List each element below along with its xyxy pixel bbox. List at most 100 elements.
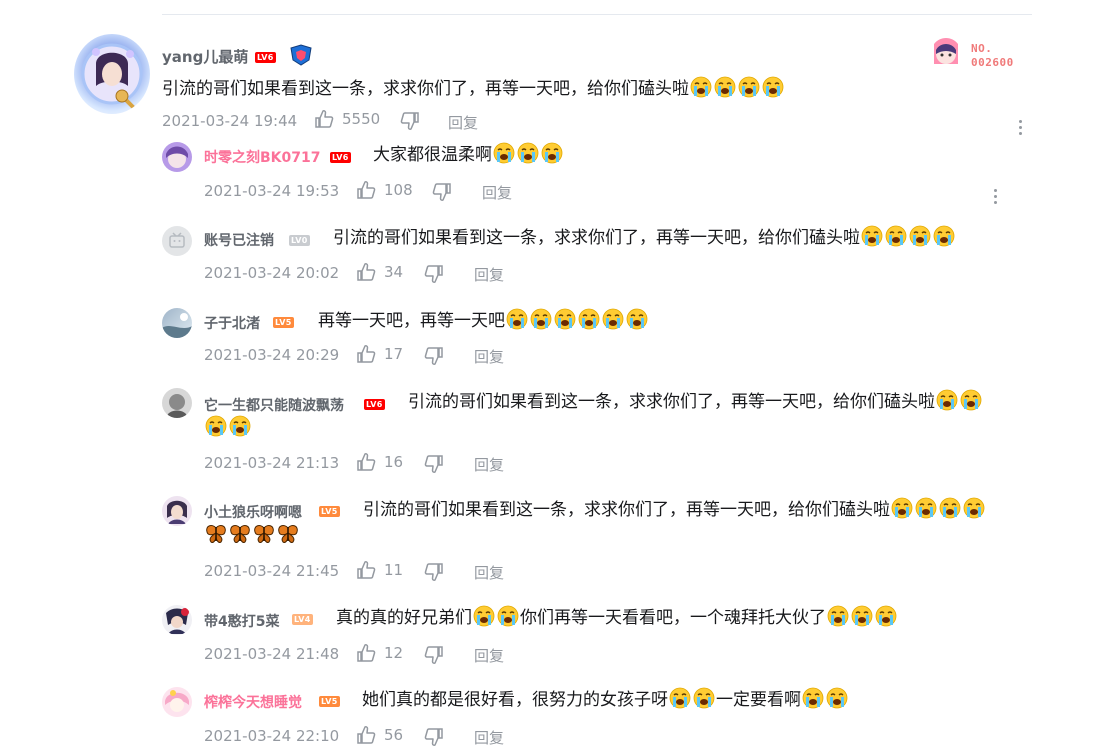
crying-emoji <box>963 497 985 519</box>
username[interactable]: 小土狼乐呀啊嗯 <box>204 502 302 522</box>
crying-emoji <box>909 225 931 247</box>
avatar-image <box>166 146 188 168</box>
reply-text: 你们再等一天看看吧，一个魂拜托大伙了 <box>520 608 826 628</box>
more-icon[interactable] <box>994 189 998 204</box>
reply-button[interactable]: 回复 <box>448 112 478 133</box>
top-divider <box>162 14 1032 15</box>
like-count: 11 <box>384 561 404 579</box>
like-button[interactable]: 16 <box>356 452 403 472</box>
like-button[interactable]: 5550 <box>314 109 380 129</box>
dislike-icon[interactable] <box>424 454 444 474</box>
username[interactable]: 榨榨今天想睡觉 <box>204 692 302 712</box>
avatar-image <box>166 608 189 634</box>
crying-emoji <box>578 308 600 330</box>
avatar-image <box>81 43 143 110</box>
butterfly-emoji <box>205 523 227 545</box>
dislike-icon[interactable] <box>424 264 444 284</box>
like-button[interactable]: 56 <box>356 725 403 745</box>
like-button[interactable]: 108 <box>356 180 413 200</box>
username[interactable]: 它一生都只能随波飘荡 <box>204 395 344 415</box>
reply-button[interactable]: 回复 <box>474 562 504 583</box>
comment-text: 引流的哥们如果看到这一条，求求你们了，再等一天吧，给你们磕头啦 <box>162 79 689 99</box>
like-count: 16 <box>384 453 404 471</box>
reply-button[interactable]: 回复 <box>474 727 504 748</box>
crying-emoji <box>826 687 848 709</box>
crying-emoji <box>693 687 715 709</box>
crying-emoji <box>915 497 937 519</box>
avatar[interactable] <box>162 687 192 717</box>
crying-emoji <box>714 76 736 98</box>
dislike-icon[interactable] <box>424 562 444 582</box>
avatar-image <box>165 690 189 712</box>
username[interactable]: yang儿最萌 <box>162 46 248 67</box>
crying-emoji <box>960 389 982 411</box>
dislike-icon[interactable] <box>400 111 420 131</box>
reply-date: 2021-03-24 22:10 <box>204 727 340 745</box>
reply-date: 2021-03-24 21:45 <box>204 562 340 580</box>
like-button[interactable]: 17 <box>356 344 403 364</box>
butterfly-emoji <box>253 523 275 545</box>
avatar[interactable] <box>162 226 192 256</box>
username[interactable]: 带4憨打5菜 <box>204 611 279 631</box>
username[interactable]: 子于北渚 <box>204 313 260 333</box>
level-badge: LV0 <box>289 235 310 246</box>
crying-emoji <box>506 308 528 330</box>
reply-content: 引流的哥们如果看到这一条，求求你们了，再等一天吧，给你们磕头啦 <box>363 497 986 523</box>
crying-emoji <box>936 389 958 411</box>
like-icon <box>356 180 376 200</box>
dislike-icon[interactable] <box>432 182 452 202</box>
like-icon <box>356 725 376 745</box>
like-count: 5550 <box>342 110 381 128</box>
username[interactable]: 账号已注销 <box>204 230 274 250</box>
like-count: 34 <box>384 263 404 281</box>
reply-content: 再等一天吧，再等一天吧 <box>318 308 649 334</box>
dislike-icon[interactable] <box>424 645 444 665</box>
dislike-icon[interactable] <box>424 727 444 747</box>
crying-emoji <box>602 308 624 330</box>
reply-button[interactable]: 回复 <box>482 182 512 203</box>
like-icon <box>356 262 376 282</box>
like-button[interactable]: 11 <box>356 560 403 580</box>
avatar[interactable] <box>162 605 192 635</box>
more-icon[interactable] <box>1019 120 1023 135</box>
like-icon <box>356 560 376 580</box>
crying-emoji <box>554 308 576 330</box>
avatar[interactable] <box>162 388 192 418</box>
reply-text: 引流的哥们如果看到这一条，求求你们了，再等一天吧，给你们磕头啦 <box>408 392 935 412</box>
like-button[interactable]: 12 <box>356 643 403 663</box>
like-icon <box>314 109 334 129</box>
level-badge: LV5 <box>319 506 340 517</box>
fan-badge-avatar <box>934 38 958 64</box>
like-button[interactable]: 34 <box>356 262 403 282</box>
like-count: 12 <box>384 644 404 662</box>
like-count: 17 <box>384 345 404 363</box>
dislike-icon[interactable] <box>424 346 444 366</box>
username[interactable]: 时零之刻BK0717 <box>204 147 320 167</box>
crying-emoji <box>530 308 552 330</box>
reply-text: 再等一天吧，再等一天吧 <box>318 311 505 331</box>
avatar[interactable] <box>162 496 192 526</box>
reply-date: 2021-03-24 21:13 <box>204 454 340 472</box>
reply-button[interactable]: 回复 <box>474 264 504 285</box>
crying-emoji <box>541 142 563 164</box>
reply-button[interactable]: 回复 <box>474 645 504 666</box>
comment-content: 引流的哥们如果看到这一条，求求你们了，再等一天吧，给你们磕头啦 <box>162 76 785 102</box>
crying-emoji <box>690 76 712 98</box>
crying-emoji <box>738 76 760 98</box>
like-icon <box>356 452 376 472</box>
level-badge: LV4 <box>292 614 313 625</box>
avatar[interactable] <box>162 308 192 338</box>
fan-badge: NO. 002600 <box>930 38 1026 72</box>
reply-button[interactable]: 回复 <box>474 454 504 475</box>
tv-icon <box>169 232 185 248</box>
fan-badge-label: NO. <box>971 42 993 55</box>
avatar[interactable] <box>162 142 192 172</box>
crying-emoji <box>939 497 961 519</box>
crying-emoji <box>827 605 849 627</box>
avatar[interactable] <box>74 34 150 114</box>
crying-emoji <box>669 687 691 709</box>
avatar-image <box>166 394 188 418</box>
reply-content-line2 <box>204 523 300 549</box>
reply-button[interactable]: 回复 <box>474 346 504 367</box>
reply-text: 真的真的好兄弟们 <box>336 608 472 628</box>
